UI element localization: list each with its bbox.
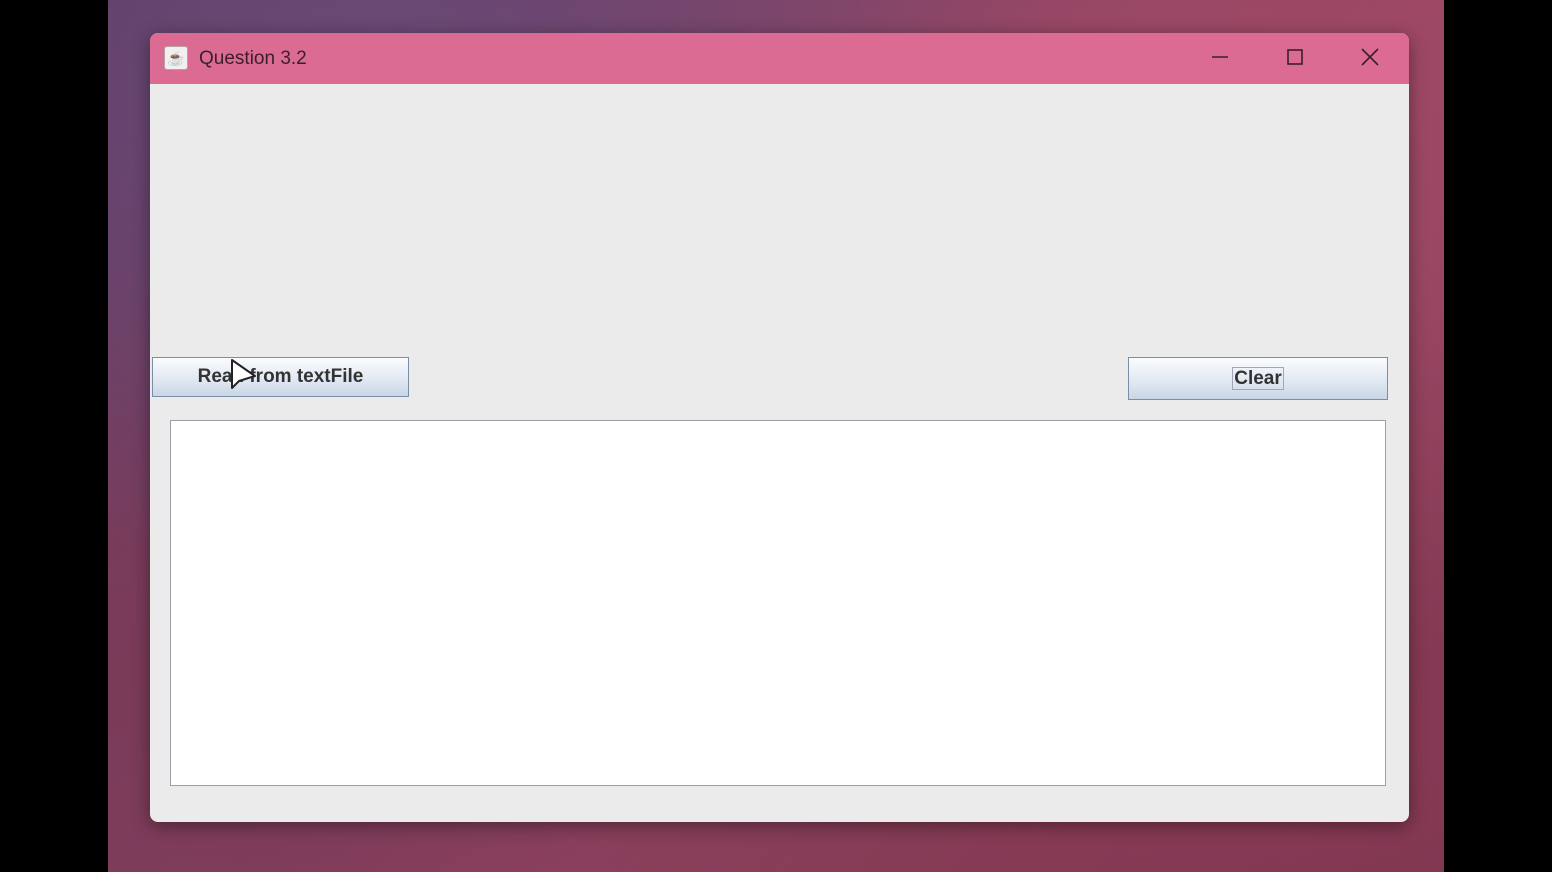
minimize-icon[interactable] (1200, 41, 1240, 77)
app-window: ☕ Question 3.2 Read from textFile Clear (150, 33, 1409, 822)
maximize-icon[interactable] (1275, 41, 1315, 77)
read-from-textfile-button[interactable]: Read from textFile (152, 357, 409, 397)
window-title: Question 3.2 (199, 48, 307, 69)
clear-button-label: Clear (1232, 367, 1284, 390)
title-bar[interactable]: ☕ Question 3.2 (150, 33, 1409, 84)
clear-button[interactable]: Clear (1128, 357, 1388, 400)
output-text-area[interactable] (170, 420, 1386, 786)
java-coffee-icon: ☕ (164, 46, 188, 70)
mouse-cursor-icon (231, 359, 256, 389)
close-icon[interactable] (1350, 41, 1390, 77)
